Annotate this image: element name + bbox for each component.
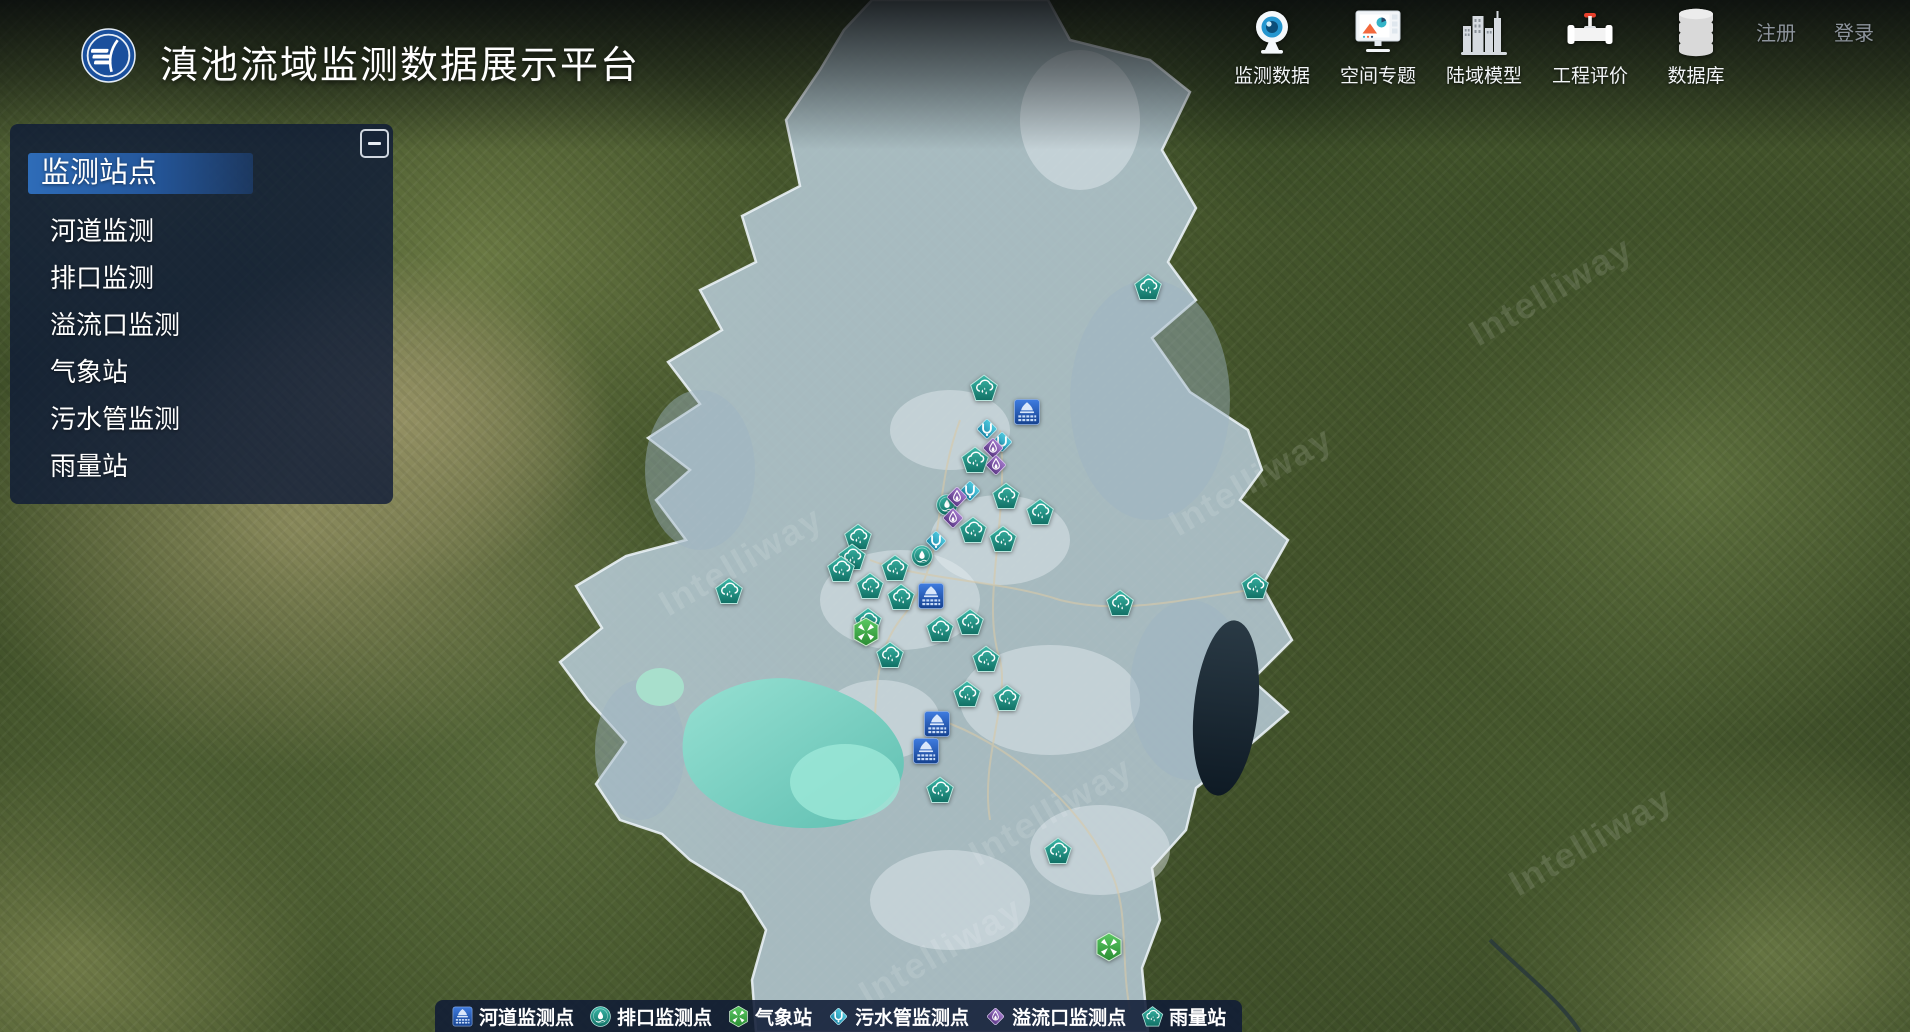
marker-rain[interactable] <box>1043 836 1073 866</box>
auth-links: 注册 登录 <box>1756 17 1874 46</box>
nav-item-project-evaluation[interactable]: 工程评价 <box>1541 5 1639 88</box>
marker-sewer[interactable] <box>923 528 950 555</box>
marker-weather[interactable] <box>851 617 882 648</box>
marker-river[interactable] <box>922 709 952 739</box>
marker-rain[interactable] <box>955 607 985 637</box>
nav-item-spatial-topics[interactable]: 空间专题 <box>1329 5 1427 88</box>
monitor-stations-panel: 监测站点 河道监测 排口监测 溢流口监测 气象站 污水管监测 雨量站 <box>10 124 393 504</box>
marker-rain[interactable] <box>952 679 982 709</box>
marker-river[interactable] <box>911 736 941 766</box>
panel-item-weather-station[interactable]: 气象站 <box>50 349 180 396</box>
nav-label: 陆域模型 <box>1446 61 1522 88</box>
marker-rain[interactable] <box>1133 272 1163 302</box>
marker-rain[interactable] <box>855 571 885 601</box>
legend-item-rain: 雨量站 <box>1141 1003 1226 1030</box>
main-nav: 监测数据 空间专题 <box>1223 5 1745 88</box>
nav-label: 工程评价 <box>1552 61 1628 88</box>
legend-item-overflow: 溢流口监测点 <box>984 1003 1126 1030</box>
weather-marker-icon <box>727 1005 750 1028</box>
database-icon <box>1669 5 1723 59</box>
panel-item-outfall-monitor[interactable]: 排口监测 <box>50 255 180 302</box>
marker-rain[interactable] <box>925 614 955 644</box>
monitor-chart-icon <box>1351 5 1405 59</box>
nav-item-database[interactable]: 数据库 <box>1647 5 1745 88</box>
marker-weather[interactable] <box>1094 932 1125 963</box>
marker-rain[interactable] <box>992 683 1022 713</box>
marker-rain[interactable] <box>886 582 916 612</box>
rain-marker-icon <box>1141 1005 1164 1028</box>
river-marker-icon <box>451 1005 474 1028</box>
marker-rain[interactable] <box>826 554 856 584</box>
marker-rain[interactable] <box>988 524 1018 554</box>
legend-item-weather: 气象站 <box>727 1003 812 1030</box>
legend-item-river: 河道监测点 <box>451 1003 574 1030</box>
legend-item-outfall: 排口监测点 <box>589 1003 712 1030</box>
legend-item-sewer: 污水管监测点 <box>827 1003 969 1030</box>
marker-rain[interactable] <box>1240 571 1270 601</box>
panel-title: 监测站点 <box>28 153 253 194</box>
panel-item-overflow-monitor[interactable]: 溢流口监测 <box>50 302 180 349</box>
river-line <box>1490 940 1580 1032</box>
lake-bright-patch <box>790 744 900 820</box>
marker-rain[interactable] <box>969 373 999 403</box>
minimize-panel-button[interactable] <box>360 129 389 158</box>
marker-rain[interactable] <box>714 576 744 606</box>
nav-item-monitor-data[interactable]: 监测数据 <box>1223 5 1321 88</box>
minus-icon <box>368 142 381 145</box>
login-link[interactable]: 登录 <box>1834 17 1874 46</box>
marker-rain[interactable] <box>1025 497 1055 527</box>
marker-overflow[interactable] <box>940 505 967 532</box>
small-pond <box>636 668 684 706</box>
platform-logo-icon <box>80 27 137 84</box>
panel-item-river-monitor[interactable]: 河道监测 <box>50 208 180 255</box>
marker-overflow[interactable] <box>983 452 1010 479</box>
panel-menu: 河道监测 排口监测 溢流口监测 气象站 污水管监测 雨量站 <box>50 208 180 490</box>
webcam-icon <box>1245 5 1299 59</box>
nav-label: 数据库 <box>1667 61 1724 88</box>
map-legend: 河道监测点 排口监测点 气象站 污水管监测点 溢流口监测点 雨量站 <box>435 1000 1242 1032</box>
marker-rain[interactable] <box>925 775 955 805</box>
city-buildings-icon <box>1457 5 1511 59</box>
outfall-marker-icon <box>589 1005 612 1028</box>
header-bar: 滇池流域监测数据展示平台 监测数据 <box>0 0 1910 100</box>
panel-item-rain-station[interactable]: 雨量站 <box>50 443 180 490</box>
sewer-marker-icon <box>827 1005 850 1028</box>
nav-label: 监测数据 <box>1234 61 1310 88</box>
overflow-marker-icon <box>984 1005 1007 1028</box>
marker-rain[interactable] <box>971 644 1001 674</box>
page-title: 滇池流域监测数据展示平台 <box>160 34 640 89</box>
nav-item-land-model[interactable]: 陆域模型 <box>1435 5 1533 88</box>
marker-rain[interactable] <box>991 481 1021 511</box>
marker-rain[interactable] <box>1105 588 1135 618</box>
nav-label: 空间专题 <box>1340 61 1416 88</box>
panel-item-sewer-monitor[interactable]: 污水管监测 <box>50 396 180 443</box>
marker-river[interactable] <box>1012 397 1042 427</box>
marker-river[interactable] <box>916 581 946 611</box>
register-link[interactable]: 注册 <box>1756 17 1796 46</box>
pipe-valve-icon <box>1563 5 1617 59</box>
